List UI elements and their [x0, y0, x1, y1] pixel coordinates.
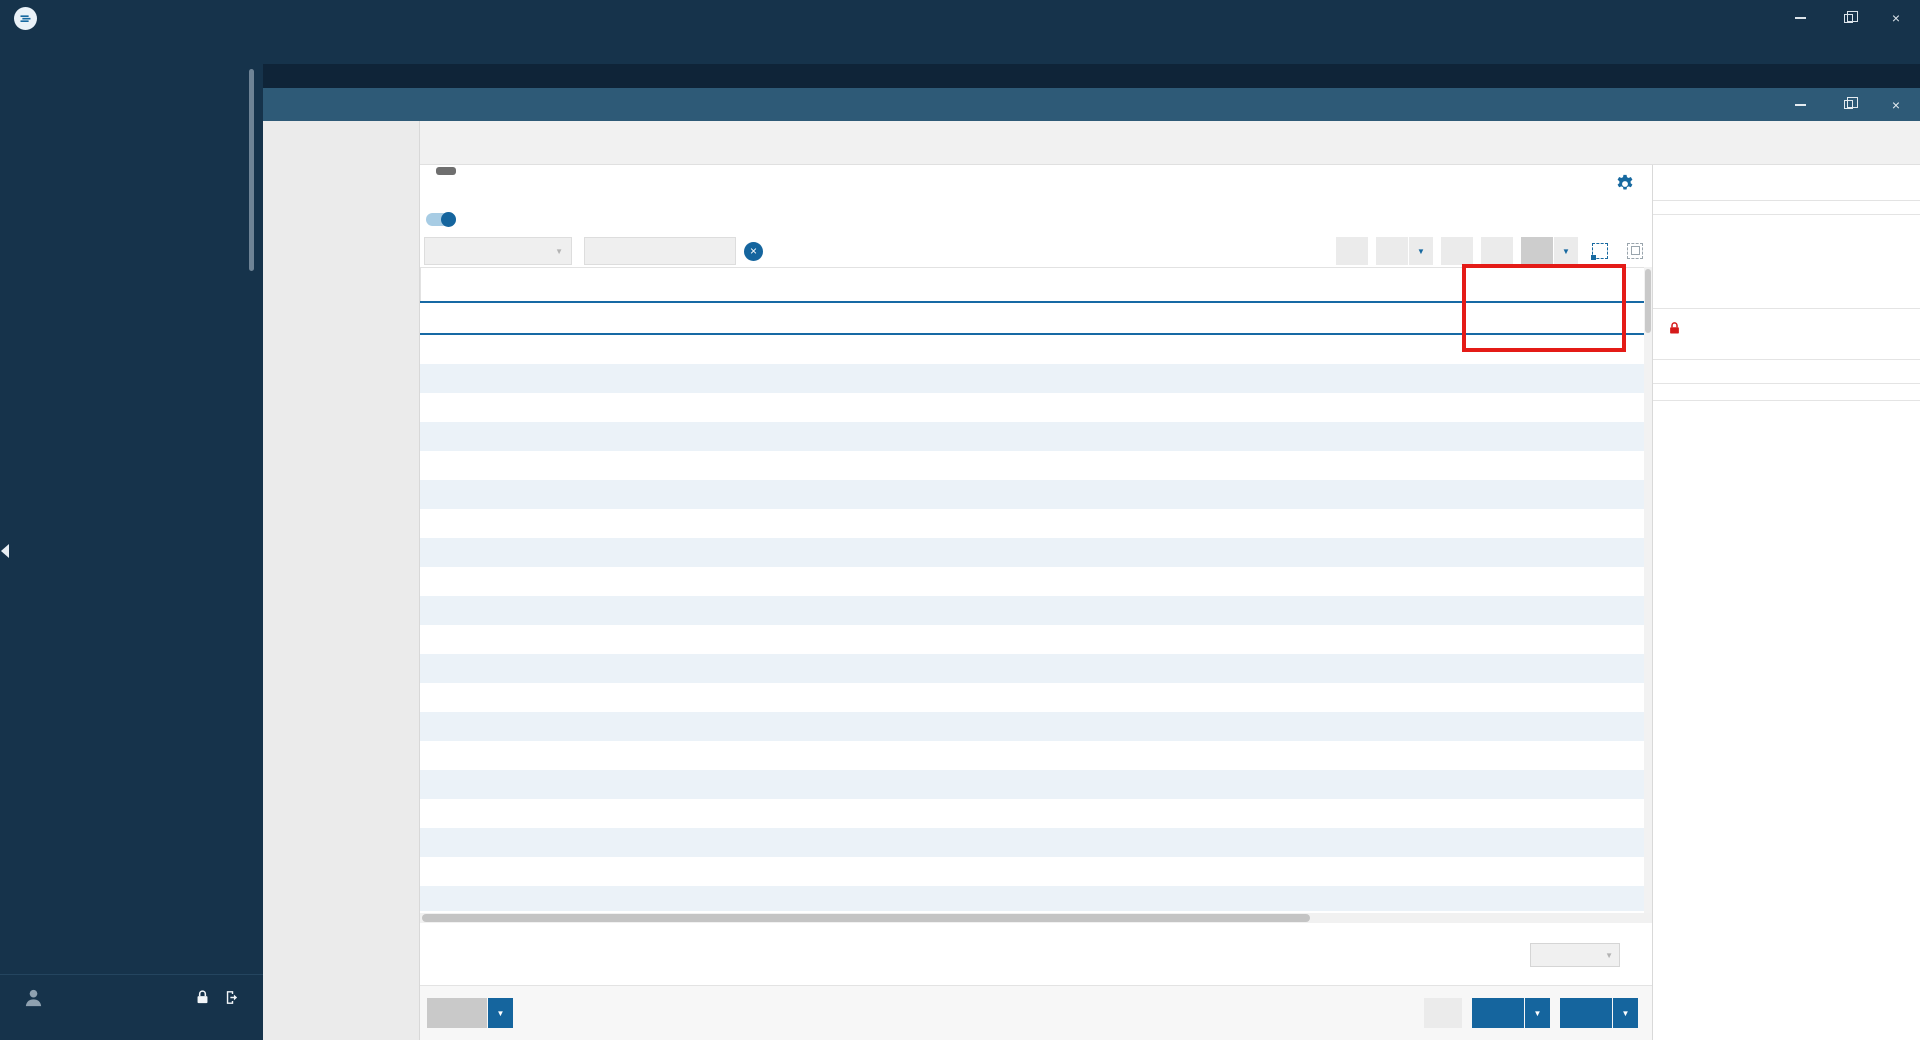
account-hold-lock-icon — [1667, 321, 1682, 336]
order-side-tabs — [263, 121, 420, 1040]
status-badge — [436, 167, 456, 175]
user-avatar-icon — [22, 986, 45, 1009]
subwindow-close-button[interactable]: × — [1872, 88, 1920, 121]
tax-select[interactable]: ▼ — [1530, 943, 1620, 967]
check-other-stores-toggle[interactable] — [426, 212, 456, 227]
item-search-mode-select[interactable]: ▼ — [424, 237, 572, 265]
actions-button[interactable] — [1376, 237, 1408, 265]
lock-icon[interactable] — [194, 989, 211, 1006]
menu-bar — [0, 36, 1920, 64]
void-order-dropdown-caret[interactable]: ▼ — [488, 998, 513, 1028]
table-vertical-scrollbar[interactable] — [1644, 267, 1652, 913]
sidebar — [0, 64, 263, 1040]
subwindow-restore-button[interactable] — [1824, 88, 1872, 121]
customer-side-panel — [1652, 165, 1920, 1040]
item-row[interactable] — [420, 301, 1652, 335]
save-process-button[interactable] — [1560, 998, 1612, 1028]
logout-icon[interactable] — [224, 989, 241, 1006]
gear-icon[interactable] — [1614, 173, 1636, 195]
save-draft-dropdown-caret[interactable]: ▼ — [1525, 998, 1550, 1028]
app-logo-icon — [14, 6, 37, 30]
item-search-input[interactable] — [584, 237, 736, 265]
actions-dropdown-caret[interactable]: ▼ — [1409, 237, 1433, 265]
order-header-fields — [420, 121, 1920, 165]
cancel-button[interactable] — [1424, 998, 1462, 1028]
check-price-cost-button[interactable] — [1441, 237, 1473, 265]
sidebar-collapse-arrow[interactable] — [1, 544, 9, 558]
order-main-panel: ▼ × ▼ ▼ ▼ ▼ ▼ ▼ — [420, 165, 1652, 1040]
table-horizontal-scrollbar[interactable] — [420, 913, 1652, 923]
save-process-dropdown-caret[interactable]: ▼ — [1613, 998, 1638, 1028]
item-details-button[interactable] — [1481, 237, 1513, 265]
subwindow-header: × — [263, 88, 1920, 121]
void-order-button[interactable] — [427, 998, 487, 1028]
document-tab-bar — [263, 64, 1920, 88]
clear-search-icon[interactable]: × — [744, 241, 763, 261]
items-table-header — [420, 267, 1652, 301]
void-dropdown-caret[interactable]: ▼ — [1554, 237, 1578, 265]
restore-button[interactable] — [1824, 0, 1872, 36]
items-table-empty-rows — [420, 335, 1652, 911]
popular-items-button[interactable] — [1336, 237, 1368, 265]
save-draft-button[interactable] — [1472, 998, 1524, 1028]
minimize-button[interactable] — [1776, 0, 1824, 36]
app-version — [0, 1009, 263, 1015]
column-layout-icon[interactable] — [1621, 238, 1648, 265]
app-titlebar: × — [0, 0, 1920, 36]
subwindow-minimize-button[interactable] — [1776, 88, 1824, 121]
barcode-scan-mode-icon[interactable] — [1586, 238, 1613, 265]
sidebar-scrollbar[interactable] — [249, 69, 254, 271]
close-button[interactable]: × — [1872, 0, 1920, 36]
void-button[interactable] — [1521, 237, 1553, 265]
